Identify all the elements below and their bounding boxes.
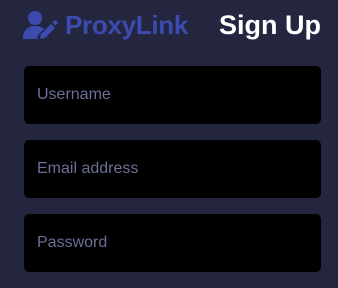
header: ProxyLink Sign Up — [23, 8, 323, 42]
page-title: Sign Up — [219, 10, 321, 40]
username-input[interactable] — [24, 66, 321, 124]
email-input[interactable] — [24, 140, 321, 198]
user-edit-icon — [23, 11, 58, 39]
brand-name: ProxyLink — [65, 9, 189, 40]
signup-form — [24, 66, 321, 288]
password-input[interactable] — [24, 214, 321, 272]
brand-logo[interactable]: ProxyLink — [23, 10, 188, 41]
